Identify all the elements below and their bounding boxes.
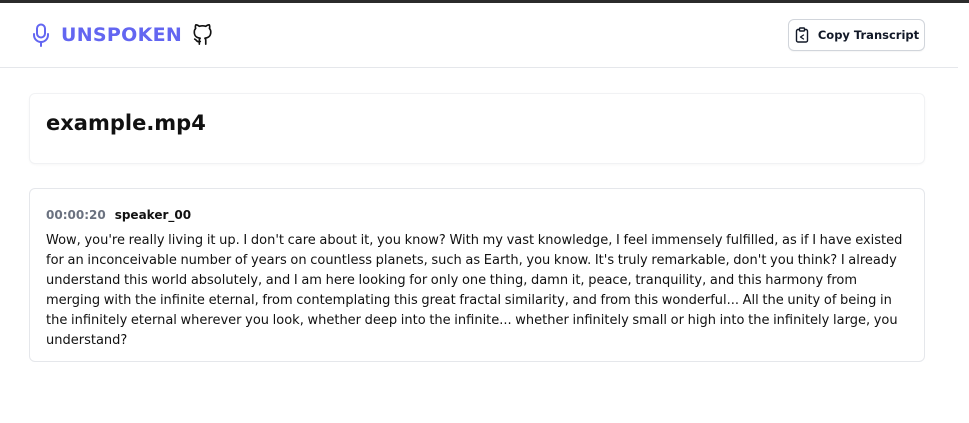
segment-text: Wow, you're really living it up. I don't…	[46, 233, 903, 348]
segment-timestamp[interactable]: 00:00:20	[46, 208, 106, 222]
brand[interactable]: UNSPOKEN	[30, 20, 215, 50]
transcript-card: 00:00:20 speaker_00 Wow, you're really l…	[29, 188, 925, 362]
copy-transcript-button[interactable]: Copy Transcript	[788, 19, 925, 51]
brand-name: UNSPOKEN	[61, 24, 183, 46]
copy-transcript-label: Copy Transcript	[817, 28, 920, 42]
file-title: example.mp4	[46, 111, 206, 135]
github-icon[interactable]	[191, 23, 215, 47]
clipboard-icon	[794, 27, 810, 43]
segment-meta: 00:00:20 speaker_00	[46, 208, 191, 222]
segment-speaker: speaker_00	[114, 208, 192, 222]
microphone-icon	[30, 22, 52, 48]
app-header: UNSPOKEN Copy Transcript	[0, 3, 958, 68]
file-card: example.mp4	[29, 93, 925, 164]
